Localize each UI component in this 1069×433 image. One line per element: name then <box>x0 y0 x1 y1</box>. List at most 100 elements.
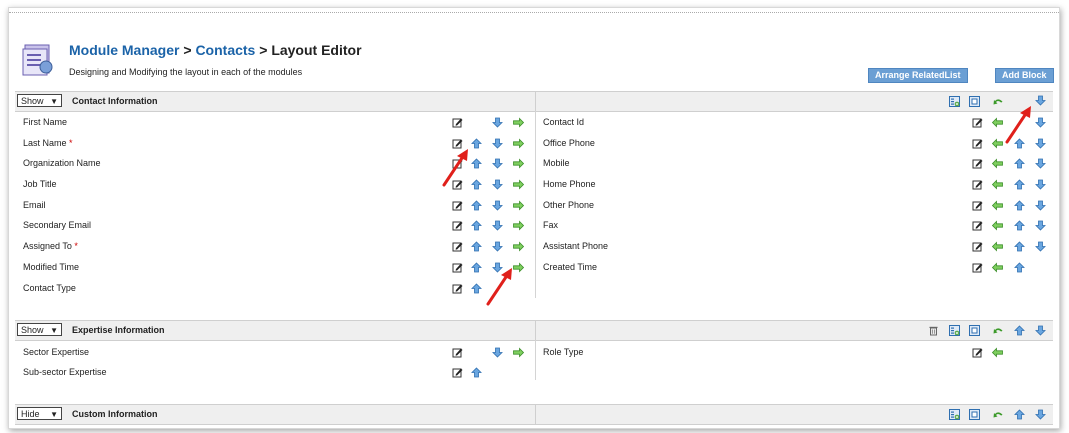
properties-icon[interactable] <box>969 325 980 336</box>
edit-icon[interactable] <box>972 158 983 169</box>
breadcrumb-separator: > <box>255 42 272 58</box>
column-divider <box>535 321 536 340</box>
arrow-down-icon[interactable] <box>492 220 503 231</box>
breadcrumb-current: Layout Editor <box>271 42 362 58</box>
arrow-up-icon[interactable] <box>471 262 482 273</box>
arrow-down-icon[interactable] <box>492 347 503 358</box>
arrow-left-icon[interactable] <box>992 138 1003 149</box>
add-block-button[interactable]: Add Block <box>995 68 1054 83</box>
arrow-right-icon[interactable] <box>513 138 524 149</box>
arrow-up-icon[interactable] <box>1014 158 1025 169</box>
edit-icon[interactable] <box>452 262 463 273</box>
edit-icon[interactable] <box>452 241 463 252</box>
edit-icon[interactable] <box>452 283 463 294</box>
annotation-arrow-icon <box>442 147 472 187</box>
arrow-down-icon[interactable] <box>1035 117 1046 128</box>
arrow-left-icon[interactable] <box>992 200 1003 211</box>
arrow-up-icon[interactable] <box>1014 409 1025 420</box>
chevron-down-icon: ▼ <box>50 326 58 335</box>
arrow-down-icon[interactable] <box>492 138 503 149</box>
arrow-left-icon[interactable] <box>992 158 1003 169</box>
edit-icon[interactable] <box>972 200 983 211</box>
arrow-left-icon[interactable] <box>992 241 1003 252</box>
edit-icon[interactable] <box>452 220 463 231</box>
arrow-right-icon[interactable] <box>513 117 524 128</box>
arrow-down-icon[interactable] <box>1035 325 1046 336</box>
arrow-left-icon[interactable] <box>992 347 1003 358</box>
arrow-down-icon[interactable] <box>492 158 503 169</box>
arrow-right-icon[interactable] <box>513 179 524 190</box>
arrow-down-icon[interactable] <box>492 241 503 252</box>
undo-icon[interactable] <box>993 96 1004 107</box>
field-contact-type: Contact Type <box>23 283 76 293</box>
arrow-right-icon[interactable] <box>513 158 524 169</box>
section-visibility-select[interactable]: Show ▼ <box>17 94 62 107</box>
chevron-down-icon: ▼ <box>50 410 58 419</box>
arrow-down-icon[interactable] <box>492 200 503 211</box>
add-field-icon[interactable] <box>949 96 960 107</box>
arrow-up-icon[interactable] <box>1014 220 1025 231</box>
arrow-right-icon[interactable] <box>513 241 524 252</box>
properties-icon[interactable] <box>969 409 980 420</box>
section-title: Contact Information <box>72 96 158 106</box>
add-field-icon[interactable] <box>949 325 960 336</box>
arrow-up-icon[interactable] <box>471 158 482 169</box>
arrow-up-icon[interactable] <box>471 241 482 252</box>
page-subtitle: Designing and Modifying the layout in ea… <box>69 67 303 77</box>
field-last-name: Last Name * <box>23 138 73 148</box>
arrow-left-icon[interactable] <box>992 117 1003 128</box>
edit-icon[interactable] <box>972 262 983 273</box>
edit-icon[interactable] <box>972 220 983 231</box>
arrow-down-icon[interactable] <box>1035 241 1046 252</box>
undo-icon[interactable] <box>993 409 1004 420</box>
column-divider <box>535 111 536 298</box>
arrow-down-icon[interactable] <box>1035 158 1046 169</box>
arrange-relatedlist-button[interactable]: Arrange RelatedList <box>868 68 968 83</box>
edit-icon[interactable] <box>452 200 463 211</box>
arrow-left-icon[interactable] <box>992 220 1003 231</box>
edit-icon[interactable] <box>452 367 463 378</box>
arrow-up-icon[interactable] <box>471 179 482 190</box>
section-visibility-select[interactable]: Show ▼ <box>17 323 62 336</box>
arrow-down-icon[interactable] <box>1035 409 1046 420</box>
arrow-up-icon[interactable] <box>1014 325 1025 336</box>
arrow-up-icon[interactable] <box>471 200 482 211</box>
edit-icon[interactable] <box>972 347 983 358</box>
edit-icon[interactable] <box>972 179 983 190</box>
required-marker: * <box>69 138 73 148</box>
arrow-down-icon[interactable] <box>1035 220 1046 231</box>
edit-icon[interactable] <box>972 241 983 252</box>
edit-icon[interactable] <box>452 117 463 128</box>
arrow-up-icon[interactable] <box>471 367 482 378</box>
trash-icon[interactable] <box>928 325 939 336</box>
arrow-up-icon[interactable] <box>1014 262 1025 273</box>
arrow-down-icon[interactable] <box>492 117 503 128</box>
arrow-right-icon[interactable] <box>513 200 524 211</box>
breadcrumb-module-manager[interactable]: Module Manager <box>69 42 179 58</box>
arrow-down-icon[interactable] <box>1035 200 1046 211</box>
arrow-up-icon[interactable] <box>471 220 482 231</box>
section-visibility-select[interactable]: Hide ▼ <box>17 407 62 420</box>
column-divider <box>535 405 536 424</box>
arrow-down-icon[interactable] <box>492 179 503 190</box>
arrow-down-icon[interactable] <box>1035 138 1046 149</box>
arrow-down-icon[interactable] <box>1035 179 1046 190</box>
arrow-right-icon[interactable] <box>513 220 524 231</box>
arrow-up-icon[interactable] <box>1014 179 1025 190</box>
arrow-up-icon[interactable] <box>471 138 482 149</box>
add-field-icon[interactable] <box>949 409 960 420</box>
arrow-left-icon[interactable] <box>992 262 1003 273</box>
edit-icon[interactable] <box>452 347 463 358</box>
edit-icon[interactable] <box>972 138 983 149</box>
field-secondary-email: Secondary Email <box>23 220 92 230</box>
arrow-up-icon[interactable] <box>1014 241 1025 252</box>
arrow-left-icon[interactable] <box>992 179 1003 190</box>
properties-icon[interactable] <box>969 96 980 107</box>
breadcrumb-contacts[interactable]: Contacts <box>195 42 255 58</box>
arrow-up-icon[interactable] <box>471 283 482 294</box>
undo-icon[interactable] <box>993 325 1004 336</box>
arrow-right-icon[interactable] <box>513 347 524 358</box>
edit-icon[interactable] <box>972 117 983 128</box>
arrow-down-icon[interactable] <box>1035 95 1046 106</box>
arrow-up-icon[interactable] <box>1014 200 1025 211</box>
